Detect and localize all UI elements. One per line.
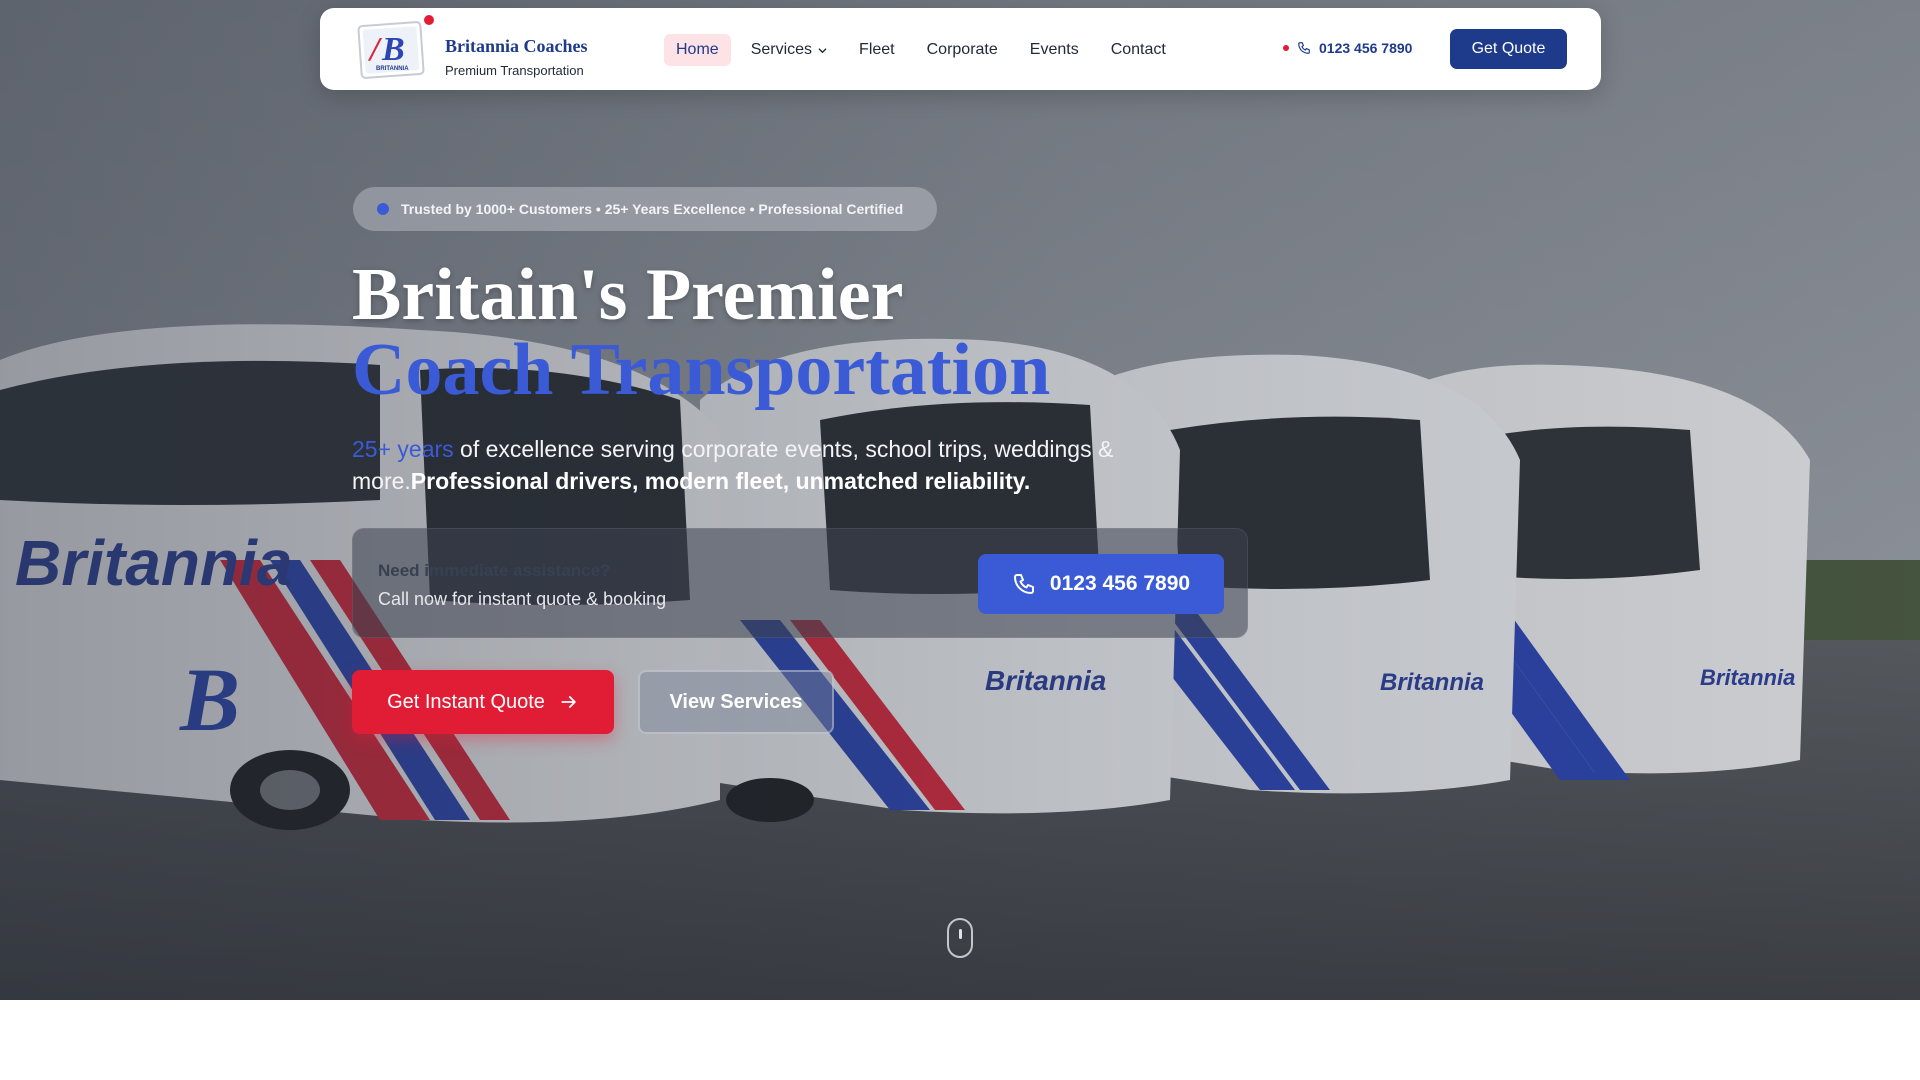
hero-section: Britannia B Britannia Britannia Britanni… [0, 0, 1920, 1000]
trust-dot [377, 203, 389, 215]
assistance-title: Need immediate assistance? [378, 561, 611, 580]
button-label: Get Instant Quote [387, 690, 545, 713]
nav-phone-number: 0123 456 7890 [1319, 40, 1413, 56]
nav-item-label: Fleet [859, 41, 895, 58]
hero-lead: 25+ years of excellence serving corporat… [352, 433, 1132, 497]
nav-item-label: Events [1029, 41, 1079, 58]
notification-dot [424, 15, 434, 25]
brand-logo[interactable]: / B BRITANNIA [356, 20, 426, 80]
nav-item-label: Contact [1110, 41, 1166, 58]
view-services-button[interactable]: View Services [638, 670, 834, 734]
phone-icon [1298, 42, 1310, 54]
top-navbar: / B BRITANNIA Britannia Coaches Premium … [320, 8, 1601, 90]
nav-item-home[interactable]: Home [664, 34, 731, 66]
lead-strong: Professional drivers, modern fleet, unma… [410, 468, 1031, 494]
lead-accent: 25+ years [352, 436, 454, 462]
nav-item-corporate[interactable]: Corporate [915, 34, 1010, 66]
get-quote-button[interactable]: Get Quote [1450, 29, 1567, 69]
nav-phone-link[interactable]: 0123 456 7890 [1283, 40, 1412, 56]
brand-name[interactable]: Britannia Coaches [445, 36, 588, 57]
call-phone-number: 0123 456 7890 [1049, 572, 1191, 595]
main-nav: Home Services Fleet Corporate Events Con… [664, 34, 1186, 66]
arrow-right-icon [561, 696, 576, 708]
get-instant-quote-button[interactable]: Get Instant Quote [352, 670, 614, 734]
nav-item-services[interactable]: Services [739, 34, 839, 66]
trust-text: Trusted by 1000+ Customers • 25+ Years E… [401, 201, 904, 217]
nav-item-contact[interactable]: Contact [1099, 34, 1178, 66]
call-now-button[interactable]: 0123 456 7890 [978, 554, 1224, 614]
scroll-wheel [959, 929, 962, 939]
hero-title-line1: Britain's Premier [352, 254, 904, 336]
assistance-subtitle: Call now for instant quote & booking [378, 589, 667, 609]
svg-text:BRITANNIA: BRITANNIA [376, 66, 409, 72]
nav-item-events[interactable]: Events [1018, 34, 1091, 66]
mouse-scroll-icon[interactable] [947, 918, 973, 958]
nav-item-label: Home [676, 41, 719, 58]
chevron-down-icon [818, 47, 827, 53]
trust-badge: Trusted by 1000+ Customers • 25+ Years E… [353, 187, 937, 231]
svg-text:B: B [381, 31, 405, 68]
hero-title-line2: Coach Transportation [352, 329, 1051, 411]
nav-item-label: Services [750, 41, 813, 58]
phone-icon [1013, 574, 1034, 594]
nav-item-fleet[interactable]: Fleet [847, 34, 907, 66]
nav-item-label: Corporate [926, 41, 998, 58]
hero-overlay [0, 0, 1920, 1000]
assistance-card: Need immediate assistance? Call now for … [352, 528, 1248, 638]
status-dot [1283, 45, 1289, 51]
brand-tagline: Premium Transportation [445, 63, 584, 78]
